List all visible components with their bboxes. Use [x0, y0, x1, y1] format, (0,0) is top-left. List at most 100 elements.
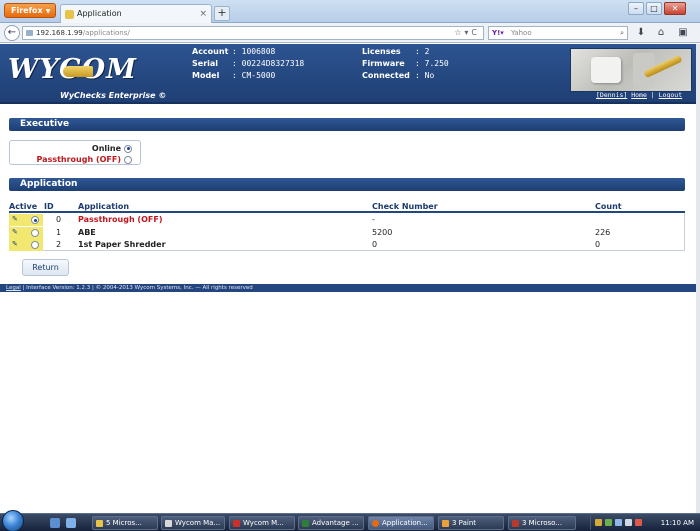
home-icon[interactable]: ⌂: [654, 27, 668, 39]
taskbar-item[interactable]: 3 Paint: [438, 516, 504, 530]
folder-icon: [96, 520, 103, 527]
tray-icon[interactable]: [635, 519, 642, 526]
serial-label: Serial: [192, 59, 219, 68]
row-id: 1: [56, 228, 62, 237]
application-table-header: Active ID Application Check Number Count: [9, 202, 685, 213]
licenses-value: : 2: [415, 47, 430, 56]
taskbar-item[interactable]: Application...: [368, 516, 434, 530]
return-button[interactable]: Return: [22, 259, 69, 276]
edit-pencil-icon[interactable]: ✎: [12, 229, 19, 236]
taskbar-item-label: Application...: [382, 519, 428, 527]
model-value: : CM-5000: [232, 71, 276, 80]
network-icon[interactable]: [615, 519, 622, 526]
device-info: Account: 1006808 Serial: 00224D8327318 M…: [192, 46, 304, 82]
minimize-button[interactable]: –: [628, 2, 644, 15]
url-bar[interactable]: 192.168.1.99/applications/ ☆▾C: [22, 26, 484, 40]
search-input[interactable]: Y!▾ Yahoo ⌕: [488, 26, 628, 40]
app-icon: [302, 520, 309, 527]
license-info: Licenses: 2 Firmware: 7.250 Connected: N…: [362, 46, 449, 82]
connected-label: Connected: [362, 71, 410, 80]
download-icon[interactable]: ⬇: [634, 27, 648, 39]
system-tray: 11:10 AM: [590, 516, 698, 530]
col-id: ID: [44, 202, 54, 211]
col-check-number: Check Number: [372, 202, 438, 211]
switch-windows-icon[interactable]: [66, 518, 76, 528]
window-close-button[interactable]: ✕: [664, 2, 686, 15]
key-icon: [65, 10, 74, 19]
legal-link[interactable]: Legal: [6, 285, 21, 291]
row-check-number: 0: [372, 240, 378, 249]
tab-application[interactable]: Application ×: [60, 4, 212, 23]
pdf-icon: [233, 520, 240, 527]
key-logo-icon: [63, 66, 93, 77]
executive-section-title: Executive: [9, 118, 685, 131]
firefox-menu-label: Firefox: [11, 6, 43, 15]
executive-option-passthrough[interactable]: Passthrough (OFF): [37, 155, 132, 164]
page-scrollbar[interactable]: [696, 44, 700, 514]
active-radio[interactable]: [31, 229, 39, 237]
bookmark-star-icon[interactable]: ☆▾C: [454, 27, 480, 39]
taskbar-item[interactable]: 5 Micros...: [92, 516, 158, 530]
taskbar-item-label: 5 Micros...: [106, 519, 142, 527]
firmware-label: Firmware: [362, 59, 405, 68]
maximize-button[interactable]: □: [646, 2, 662, 15]
footer-text: | Interface Version: 1.2.3 | © 2004-2013…: [20, 285, 253, 291]
taskbar-item-label: Advantage ...: [312, 519, 359, 527]
search-placeholder: Yahoo: [511, 29, 532, 37]
home-link[interactable]: Home: [631, 91, 647, 99]
application-section-title: Application: [9, 178, 685, 191]
yahoo-icon: Y!▾: [492, 29, 504, 37]
logout-link[interactable]: Logout: [659, 91, 682, 99]
taskbar-item-label: 3 Microso...: [522, 519, 563, 527]
edit-pencil-icon[interactable]: ✎: [12, 216, 19, 223]
firefox-menu-button[interactable]: Firefox ▼: [4, 3, 56, 18]
office-icon: [512, 520, 519, 527]
document-icon: [165, 520, 172, 527]
page-footer: Legal | Interface Version: 1.2.3 | © 200…: [0, 284, 696, 292]
row-id: 2: [56, 240, 62, 249]
row-application: ABE: [78, 228, 96, 237]
firefox-icon: [372, 520, 379, 527]
copyright-icon: ©: [158, 91, 167, 100]
url-path: /applications/: [82, 29, 130, 37]
taskbar-item[interactable]: Advantage ...: [298, 516, 364, 530]
tab-title: Application: [77, 9, 122, 18]
wycom-logo: WYCOM: [8, 54, 158, 88]
product-tagline: WyChecks Enterprise ©: [60, 91, 166, 100]
taskbar-item[interactable]: Wycom Ma...: [161, 516, 225, 530]
volume-icon[interactable]: [625, 519, 632, 526]
tray-icon[interactable]: [595, 519, 602, 526]
model-label: Model: [192, 71, 220, 80]
active-radio[interactable]: [31, 216, 39, 224]
start-button[interactable]: [2, 510, 24, 531]
account-value: : 1006808: [232, 47, 276, 56]
navigation-bar: ← 192.168.1.99/applications/ ☆▾C Y!▾ Yah…: [0, 23, 700, 43]
row-check-number: 5200: [372, 228, 393, 237]
close-icon[interactable]: ×: [199, 5, 207, 23]
row-check-number: -: [372, 215, 375, 224]
clock[interactable]: 11:10 AM: [661, 516, 694, 530]
online-label: Online: [91, 144, 121, 153]
user-link[interactable]: [Dennis]: [596, 91, 627, 99]
row-count: 0: [595, 240, 601, 249]
passthrough-radio[interactable]: [124, 155, 132, 164]
online-radio[interactable]: [124, 144, 132, 153]
back-button[interactable]: ←: [4, 25, 20, 41]
page-header: WYCOM WyChecks Enterprise © Account: 100…: [0, 44, 696, 104]
tray-icon[interactable]: [605, 519, 612, 526]
menu-icon[interactable]: ▣: [676, 27, 690, 39]
show-desktop-icon[interactable]: [50, 518, 60, 528]
new-tab-button[interactable]: +: [214, 6, 230, 21]
row-application: Passthrough (OFF): [78, 215, 163, 224]
browser-tab-bar: Firefox ▼ Application × + – □ ✕: [0, 0, 700, 23]
edit-pencil-icon[interactable]: ✎: [12, 241, 19, 248]
taskbar-item[interactable]: 3 Microso...: [508, 516, 576, 530]
arrow-left-icon: ←: [7, 27, 17, 38]
magnifier-icon[interactable]: ⌕: [620, 27, 624, 39]
col-application: Application: [78, 202, 130, 211]
taskbar-item[interactable]: Wycom M...: [229, 516, 295, 530]
windows-taskbar: 5 Micros... Wycom Ma... Wycom M... Advan…: [0, 510, 700, 531]
active-radio[interactable]: [31, 241, 39, 249]
executive-option-online[interactable]: Online: [92, 144, 132, 153]
table-row: ✎ 2 1st Paper Shredder 0 0: [9, 239, 685, 251]
